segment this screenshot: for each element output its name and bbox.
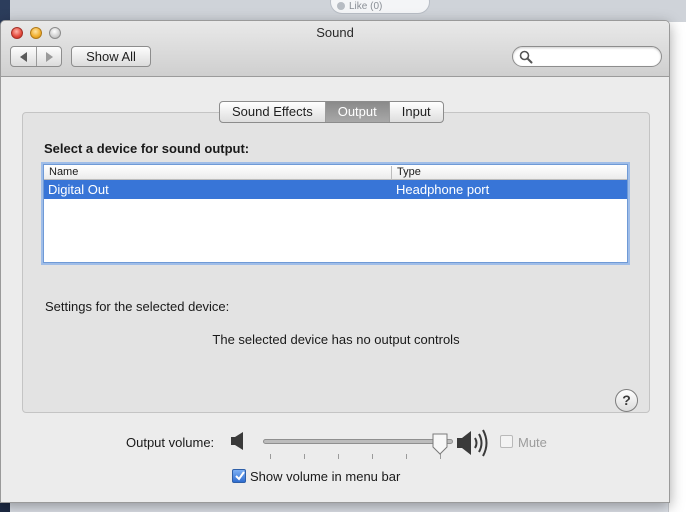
- slider-tick: [338, 454, 339, 459]
- mute-label: Mute: [518, 435, 547, 450]
- column-header-name[interactable]: Name: [49, 166, 78, 178]
- forward-button[interactable]: [35, 47, 62, 66]
- back-button[interactable]: [11, 47, 36, 66]
- device-name: Digital Out: [48, 182, 109, 197]
- search-icon: [519, 50, 533, 64]
- show-all-button[interactable]: Show All: [71, 46, 151, 67]
- show-volume-menu-bar-checkbox[interactable]: [232, 469, 246, 483]
- search-field[interactable]: [512, 46, 662, 67]
- output-panel: Select a device for sound output: Name T…: [22, 112, 650, 413]
- show-volume-menu-bar-label: Show volume in menu bar: [250, 469, 401, 484]
- sound-preferences-window: Sound Show All Sound Effects Output Inpu…: [0, 20, 670, 503]
- no-controls-message: The selected device has no output contro…: [212, 332, 460, 347]
- settings-label: Settings for the selected device:: [45, 299, 230, 314]
- column-divider: [391, 166, 392, 179]
- help-button[interactable]: ?: [615, 389, 638, 412]
- back-forward-control: [10, 46, 62, 67]
- slider-tick: [270, 454, 271, 459]
- speaker-low-icon: [231, 432, 243, 450]
- back-arrow-icon: [20, 52, 27, 62]
- checkmark-icon: [235, 471, 245, 481]
- tab-bar: Sound Effects Output Input: [219, 101, 444, 123]
- output-device-table[interactable]: Name Type Digital Out Headphone port: [43, 164, 628, 263]
- window-title: Sound: [316, 25, 354, 40]
- column-header-type[interactable]: Type: [397, 166, 421, 178]
- table-row[interactable]: Digital Out Headphone port: [44, 180, 627, 199]
- mute-checkbox[interactable]: [500, 435, 513, 448]
- tab-sound-effects[interactable]: Sound Effects: [220, 102, 325, 122]
- slider-tick: [406, 454, 407, 459]
- like-button[interactable]: Like (0): [330, 0, 430, 14]
- output-volume-label: Output volume:: [126, 435, 215, 450]
- slider-tick: [372, 454, 373, 459]
- table-header: Name Type: [44, 165, 627, 180]
- background-page-edge: [668, 22, 686, 512]
- slider-thumb[interactable]: [432, 433, 448, 455]
- output-volume-slider[interactable]: [263, 433, 453, 463]
- tab-output[interactable]: Output: [324, 102, 389, 122]
- device-type: Headphone port: [396, 182, 490, 197]
- like-icon: [337, 2, 345, 10]
- slider-track: [263, 439, 453, 444]
- slider-tick: [304, 454, 305, 459]
- speaker-high-icon: [457, 429, 488, 457]
- tab-input[interactable]: Input: [388, 102, 443, 122]
- like-label: Like (0): [349, 1, 383, 12]
- forward-arrow-icon: [45, 52, 53, 62]
- title-bar: Sound Show All: [1, 21, 669, 77]
- select-device-label: Select a device for sound output:: [44, 141, 250, 156]
